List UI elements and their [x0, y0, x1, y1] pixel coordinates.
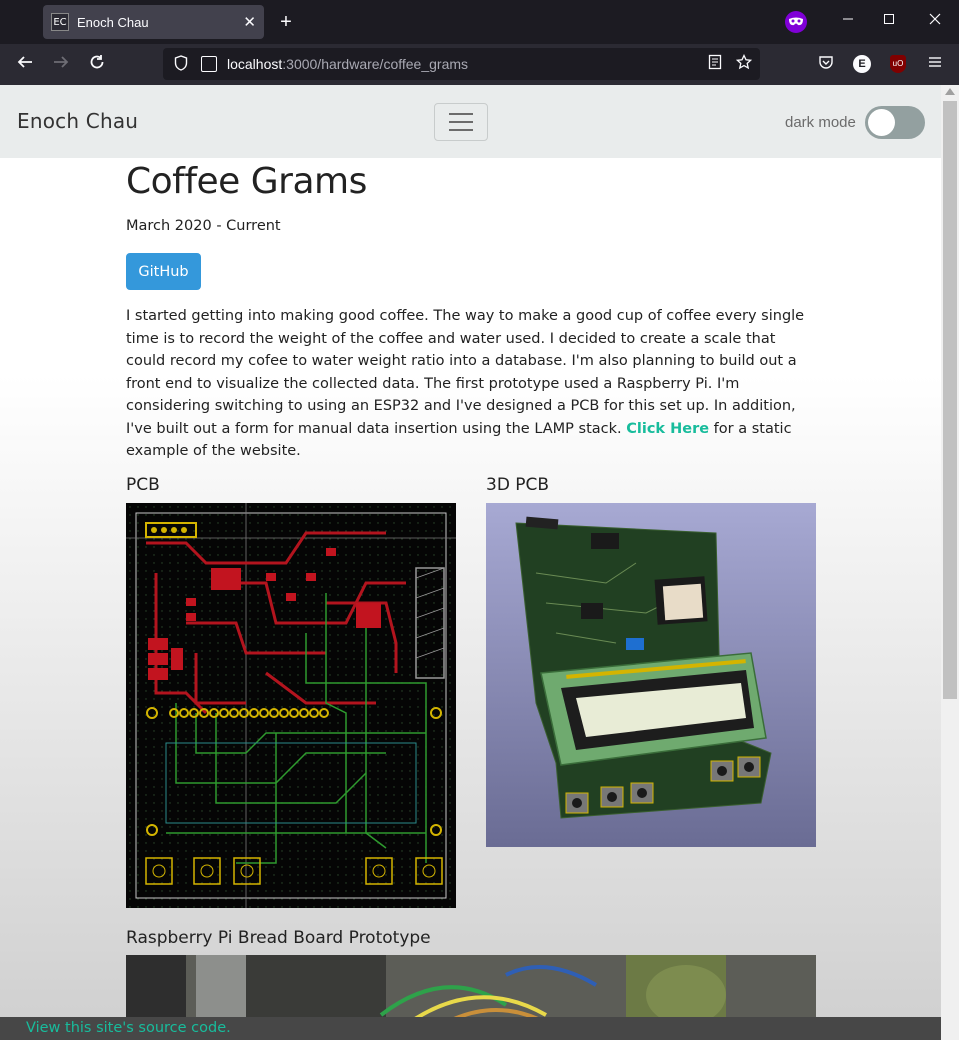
page-viewport: Enoch Chau dark mode Coffee Grams March …	[0, 85, 941, 1040]
pocket-icon[interactable]	[816, 54, 836, 74]
account-avatar-icon[interactable]: E	[853, 55, 871, 73]
ublock-origin-icon[interactable]: uO	[890, 55, 906, 73]
reader-view-icon[interactable]	[708, 54, 722, 74]
tracking-protection-shield-icon[interactable]	[171, 54, 191, 74]
site-brand[interactable]: Enoch Chau	[17, 109, 138, 133]
url-bar[interactable]: localhost:3000/hardware/coffee_grams	[163, 48, 760, 80]
back-arrow-icon[interactable]	[13, 53, 37, 77]
close-window-icon[interactable]	[925, 12, 945, 28]
tab-title: Enoch Chau	[77, 14, 149, 30]
minimize-window-icon[interactable]	[838, 12, 858, 28]
new-tab-button[interactable]: +	[276, 10, 296, 34]
maximize-window-icon[interactable]	[879, 12, 899, 28]
site-navbar: Enoch Chau dark mode	[0, 85, 941, 158]
project-description: I started getting into making good coffe…	[126, 308, 805, 459]
source-code-link[interactable]: View this site's source code.	[26, 1020, 231, 1036]
pcb3d-heading: 3D PCB	[486, 475, 550, 495]
page-title: Coffee Grams	[126, 161, 367, 202]
page-info-icon[interactable]	[201, 56, 217, 72]
browser-tab-bar: EC Enoch Chau ✕ +	[0, 0, 959, 44]
pcb-heading: PCB	[126, 475, 160, 495]
tab-favicon: EC	[51, 13, 69, 31]
github-button[interactable]: GitHub	[126, 253, 201, 290]
reload-icon[interactable]	[85, 53, 109, 77]
pcb-3d-render-image	[486, 503, 816, 847]
app-menu-icon[interactable]	[925, 54, 945, 74]
scrollbar-thumb[interactable]	[943, 101, 957, 699]
pcb-layout-image	[126, 503, 456, 908]
hamburger-menu-button[interactable]	[434, 103, 488, 141]
click-here-link[interactable]: Click Here	[626, 421, 709, 437]
scroll-up-arrow-icon[interactable]	[945, 88, 955, 95]
toggle-knob	[868, 109, 895, 136]
dark-mode-label: dark mode	[785, 114, 856, 131]
private-browsing-icon	[785, 11, 807, 33]
bookmark-star-icon[interactable]	[735, 53, 753, 74]
browser-tab[interactable]: EC Enoch Chau ✕	[43, 5, 264, 39]
page-scrollbar[interactable]	[941, 85, 959, 1040]
browser-toolbar: localhost:3000/hardware/coffee_grams E u…	[0, 44, 959, 85]
project-date: March 2020 - Current	[126, 218, 281, 234]
forward-arrow-icon[interactable]	[49, 53, 73, 77]
close-tab-icon[interactable]: ✕	[243, 13, 256, 31]
url-text[interactable]: localhost:3000/hardware/coffee_grams	[227, 56, 468, 72]
footer-bar: View this site's source code.	[0, 1017, 941, 1040]
prototype-heading: Raspberry Pi Bread Board Prototype	[126, 928, 431, 948]
dark-mode-toggle[interactable]	[865, 106, 925, 139]
